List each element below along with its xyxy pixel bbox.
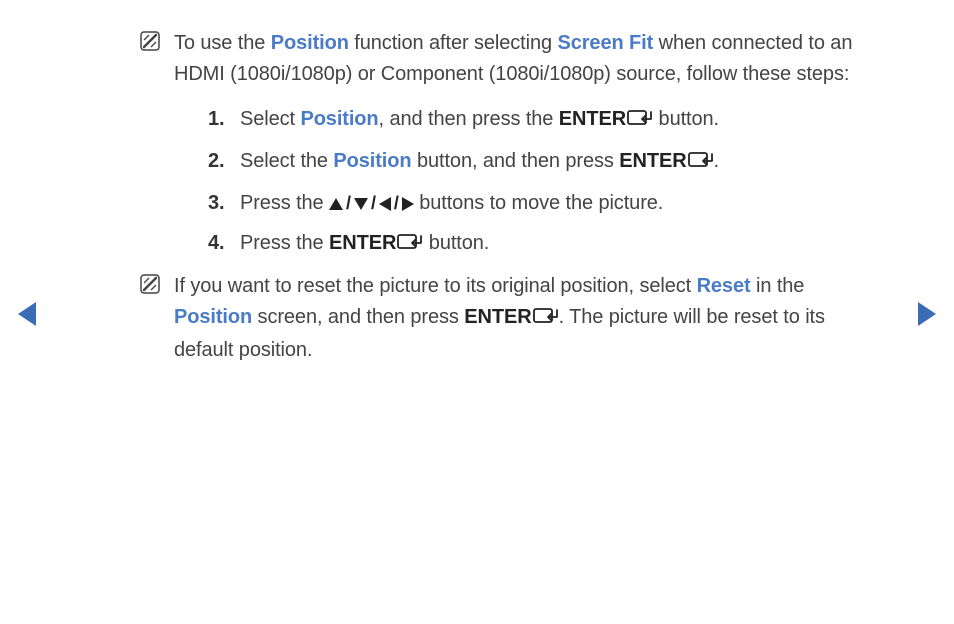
text: button. <box>653 108 719 130</box>
text: screen, and then press <box>252 306 464 328</box>
position-link: Position <box>174 306 252 328</box>
document-content: To use the Position function after selec… <box>0 0 954 366</box>
text: Select the <box>240 150 333 172</box>
enter-icon <box>688 148 714 179</box>
arrow-down-icon <box>354 198 368 210</box>
arrow-right-icon <box>402 197 414 211</box>
steps-list: Select Position, and then press the ENTE… <box>208 104 884 261</box>
reset-link: Reset <box>697 275 751 297</box>
text: in the <box>751 275 805 297</box>
text: To use the <box>174 32 271 54</box>
position-link: Position <box>300 108 378 130</box>
note-icon <box>140 274 160 294</box>
enter-icon <box>397 230 423 261</box>
step-item-3: Press the / / / buttons to move the pictur… <box>208 188 884 219</box>
text: buttons to move the picture. <box>414 192 663 214</box>
note-block-2: If you want to reset the picture to its … <box>140 271 884 366</box>
position-link: Position <box>271 32 349 54</box>
note-block-1: To use the Position function after selec… <box>140 28 884 261</box>
text: Press the <box>240 232 329 254</box>
enter-label: ENTER <box>464 306 531 328</box>
note-icon <box>140 31 160 51</box>
enter-icon <box>627 106 653 137</box>
text: function after selecting <box>349 32 558 54</box>
text: , and then press the <box>379 108 559 130</box>
step-item-2: Select the Position button, and then pre… <box>208 146 884 179</box>
text: Press the <box>240 192 329 214</box>
nav-next-arrow[interactable] <box>918 302 936 326</box>
step-item-4: Press the ENTER button. <box>208 228 884 261</box>
step-item-1: Select Position, and then press the ENTE… <box>208 104 884 137</box>
screen-fit-link: Screen Fit <box>557 32 653 54</box>
nav-prev-arrow[interactable] <box>18 302 36 326</box>
enter-label: ENTER <box>329 232 396 254</box>
arrow-up-icon <box>329 198 343 210</box>
enter-label: ENTER <box>559 108 626 130</box>
text: Select <box>240 108 300 130</box>
text: / <box>346 190 351 218</box>
note-text-2: If you want to reset the picture to its … <box>174 271 884 366</box>
text: If you want to reset the picture to its … <box>174 275 697 297</box>
dpad-icons: / / / <box>329 190 414 218</box>
enter-icon <box>533 304 559 335</box>
note-text-1: To use the Position function after selec… <box>174 28 884 90</box>
text: button. <box>423 232 489 254</box>
text: / <box>371 190 376 218</box>
arrow-left-icon <box>379 197 391 211</box>
enter-label: ENTER <box>619 150 686 172</box>
text: button, and then press <box>412 150 620 172</box>
position-link: Position <box>333 150 411 172</box>
text: . <box>714 150 719 172</box>
text: / <box>394 190 399 218</box>
